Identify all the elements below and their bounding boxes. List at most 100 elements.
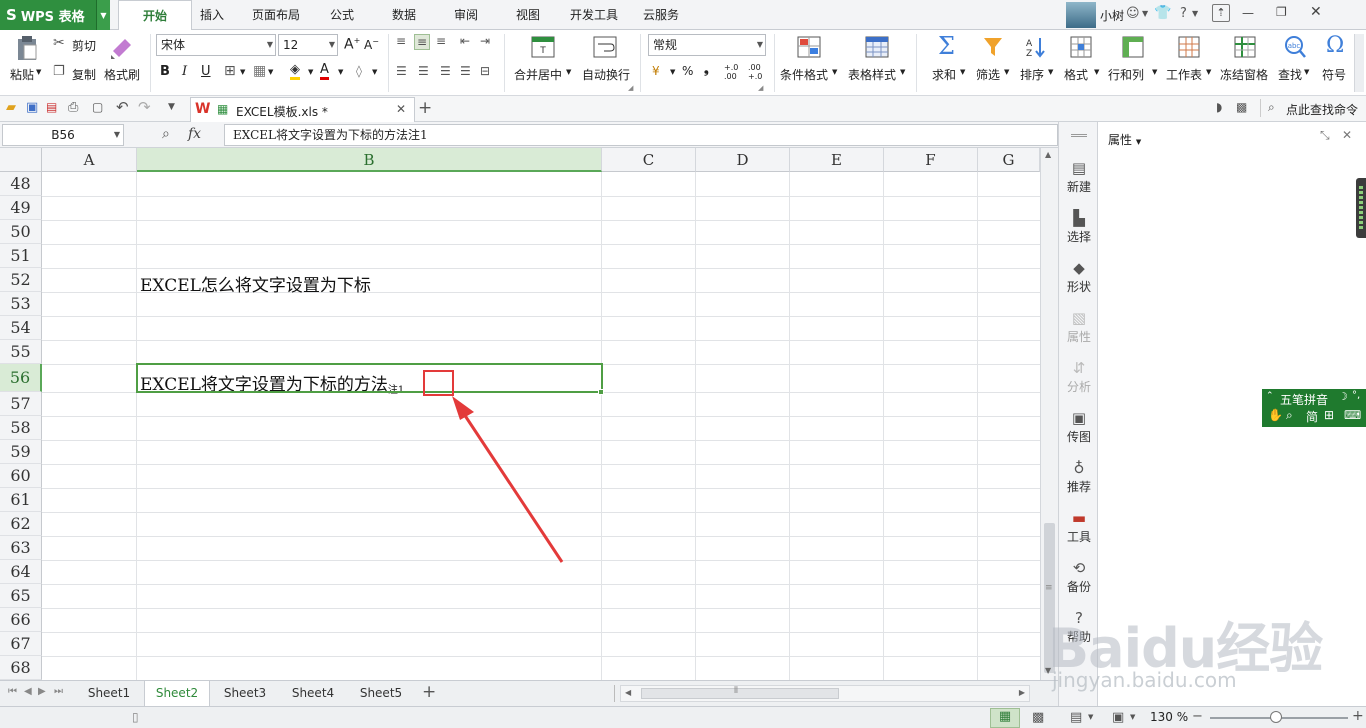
zoom-out-icon[interactable]: − <box>1192 709 1203 724</box>
chevron-down-icon[interactable]: ▼ <box>670 68 675 76</box>
reading-mode-icon[interactable]: ▤ <box>1070 710 1082 725</box>
row-header[interactable]: 52 <box>0 268 42 292</box>
row-header[interactable]: 61 <box>0 488 42 512</box>
vertical-scroll-thumb[interactable]: ≡ <box>1044 523 1055 673</box>
tab-data[interactable]: 数据 <box>384 0 424 30</box>
format-painter-button[interactable]: 格式刷 <box>104 66 140 83</box>
avatar[interactable] <box>1066 2 1096 28</box>
row-header[interactable]: 54 <box>0 316 42 340</box>
chevron-down-icon[interactable]: ▼ <box>960 68 965 76</box>
status-icon[interactable]: ☺ <box>1126 6 1140 21</box>
sheet-tab[interactable]: Sheet3 <box>212 681 278 706</box>
app-menu-button[interactable]: S WPS 表格 ▼ <box>0 0 110 30</box>
task-button-toolbox[interactable]: ▬ 工具 <box>1059 508 1099 554</box>
column-header-e[interactable]: E <box>790 148 884 172</box>
format-painter-icon[interactable] <box>108 34 136 60</box>
row-header[interactable]: 59 <box>0 440 42 464</box>
collapse-icon[interactable]: ⌃ <box>1266 391 1274 401</box>
sheet-tab[interactable]: Sheet4 <box>280 681 346 706</box>
tab-home[interactable]: 开始 <box>118 0 192 31</box>
normal-view-icon[interactable]: ▦ <box>990 708 1020 728</box>
scroll-up-icon[interactable]: ▲ <box>1045 150 1051 159</box>
find-icon[interactable]: abc <box>1282 34 1308 60</box>
tab-insert[interactable]: 插入 <box>192 0 232 30</box>
simplified-chinese-toggle[interactable]: 简 <box>1306 408 1318 425</box>
help-icon[interactable]: ? <box>1180 6 1187 21</box>
add-sheet-icon[interactable]: + <box>422 682 436 702</box>
sheet-tab[interactable]: Sheet1 <box>76 681 142 706</box>
task-button-select[interactable]: ▙ 选择 <box>1059 208 1099 254</box>
half-width-icon[interactable]: ☽ <box>1338 390 1348 403</box>
sort-button[interactable]: 排序 <box>1020 66 1044 83</box>
task-button-new[interactable]: ▤ 新建 <box>1059 158 1099 204</box>
zoom-slider-knob[interactable] <box>1270 711 1283 723</box>
copy-icon[interactable]: ❐ <box>53 64 65 79</box>
row-column-icon[interactable] <box>1120 34 1146 60</box>
task-button-recommend[interactable]: ♁ 推荐 <box>1059 458 1099 504</box>
scroll-right-icon[interactable]: ▶ <box>1019 688 1025 697</box>
horizontal-scrollbar[interactable]: ◀ ⦀ ▶ <box>620 685 1030 702</box>
filter-button[interactable]: 筛选 <box>976 66 1000 83</box>
name-box[interactable]: B56 ▼ <box>2 124 124 146</box>
chevron-down-icon[interactable]: ▼ <box>1152 68 1157 76</box>
eye-protect-icon[interactable]: ▣ <box>1112 710 1124 725</box>
sheet-tab[interactable]: Sheet5 <box>348 681 414 706</box>
row-header[interactable]: 64 <box>0 560 42 584</box>
close-icon[interactable]: ✕ <box>1310 4 1322 20</box>
conditional-format-button[interactable]: 条件格式 <box>780 66 828 83</box>
minimize-icon[interactable]: — <box>1242 6 1254 20</box>
fill-color-icon[interactable]: ◈ <box>290 63 300 80</box>
print-preview-icon[interactable]: ▢ <box>92 100 103 114</box>
chevron-down-icon[interactable]: ▼ <box>900 68 905 76</box>
fill-handle[interactable] <box>598 389 604 395</box>
zoom-level[interactable]: 130 % <box>1150 710 1188 724</box>
skin-icon[interactable]: 👕 <box>1154 5 1171 21</box>
tab-page-layout[interactable]: 页面布局 <box>244 0 308 30</box>
chevron-down-icon[interactable]: ▼ <box>268 68 273 76</box>
hand-icon[interactable]: ✋ <box>1268 408 1283 422</box>
redo-icon[interactable]: ↷ <box>138 98 151 116</box>
decrease-indent-icon[interactable]: ⇤ <box>460 34 470 48</box>
row-header[interactable]: 50 <box>0 220 42 244</box>
chevron-down-icon[interactable]: ▼ <box>96 0 110 30</box>
chevron-down-icon[interactable]: ▼ <box>168 102 175 112</box>
number-format-select[interactable]: 常规 ▼ <box>648 34 766 56</box>
font-color-icon[interactable]: A <box>320 63 329 80</box>
paste-icon[interactable] <box>14 34 40 62</box>
dialog-launcher-icon[interactable]: ◢ <box>628 84 633 92</box>
underline-button[interactable]: U <box>201 64 211 79</box>
cell-b52[interactable]: EXCEL怎么将文字设置为下标 <box>140 271 371 296</box>
merge-center-icon[interactable]: T <box>530 34 556 60</box>
decrease-font-icon[interactable]: A− <box>364 37 379 52</box>
input-method-bar[interactable]: ⌃ 五笔拼音 ☽ °, ✋ ⌕ 简 ⊞ ⌨ <box>1262 389 1366 427</box>
conditional-format-icon[interactable] <box>796 34 822 60</box>
table-style-button[interactable]: 表格样式 <box>848 66 896 83</box>
task-button-help[interactable]: ? 帮助 <box>1059 608 1099 654</box>
row-header[interactable]: 65 <box>0 584 42 608</box>
format-icon[interactable] <box>1068 34 1094 60</box>
column-header-c[interactable]: C <box>602 148 696 172</box>
merge-center-button[interactable]: 合并居中 <box>514 66 562 83</box>
font-size-select[interactable]: 12 ▼ <box>278 34 338 56</box>
doc-status-icon[interactable]: ◗ <box>1216 100 1222 114</box>
align-center-icon[interactable]: ☰ <box>418 64 429 78</box>
font-name-select[interactable]: 宋体 ▼ <box>156 34 276 56</box>
side-handle[interactable] <box>1356 178 1366 238</box>
omega-icon[interactable]: Ω <box>1326 33 1344 58</box>
tab-developer[interactable]: 开发工具 <box>564 0 624 30</box>
export-pdf-icon[interactable]: ▤ <box>46 100 57 114</box>
scroll-down-icon[interactable]: ▼ <box>1045 666 1051 675</box>
undo-icon[interactable]: ↶ <box>116 98 129 116</box>
row-header-selected[interactable]: 56 <box>0 364 42 392</box>
formula-input[interactable]: EXCEL将文字设置为下标的方法注1 <box>224 124 1058 146</box>
worksheet-button[interactable]: 工作表 <box>1166 66 1202 83</box>
new-tab-icon[interactable]: + <box>418 98 432 118</box>
worksheet-icon[interactable] <box>1176 34 1202 60</box>
row-header[interactable]: 66 <box>0 608 42 632</box>
chevron-down-icon[interactable]: ▼ <box>566 68 571 76</box>
chevron-down-icon[interactable]: ▼ <box>1094 68 1099 76</box>
scissors-icon[interactable]: ✂ <box>53 35 65 51</box>
cell-style-icon[interactable]: ▦ <box>253 63 266 79</box>
task-button-upload-image[interactable]: ▣ 传图 <box>1059 408 1099 454</box>
macro-record-icon[interactable]: ▯ <box>132 710 139 724</box>
